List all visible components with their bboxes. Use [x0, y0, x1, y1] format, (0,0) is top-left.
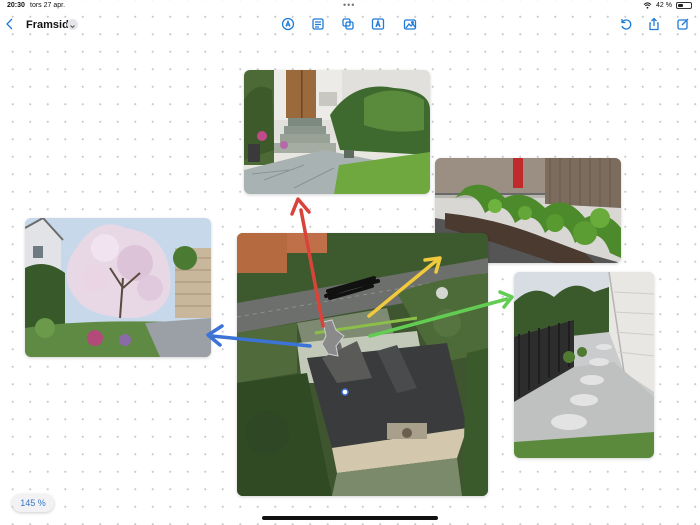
status-time: 20:30: [7, 2, 25, 9]
multitasking-dots-icon[interactable]: •••: [343, 0, 355, 10]
status-date: tors 27 apr.: [30, 2, 66, 9]
zoom-level-label: 145 %: [20, 498, 46, 508]
edit-icon[interactable]: [675, 16, 691, 32]
zoom-level-button[interactable]: 145 %: [12, 494, 54, 512]
wifi-icon: [643, 2, 652, 9]
text-box-icon[interactable]: [310, 16, 326, 32]
shapes-icon[interactable]: [340, 16, 356, 32]
text-icon[interactable]: [370, 16, 386, 32]
chevron-down-icon[interactable]: [67, 19, 78, 30]
home-indicator[interactable]: [262, 516, 438, 520]
undo-icon[interactable]: [618, 16, 634, 32]
magnolia-garden-photo[interactable]: [25, 218, 211, 357]
aerial-property-photo[interactable]: [237, 233, 488, 496]
battery-percent: 42 %: [656, 2, 672, 9]
battery-icon: [676, 2, 692, 9]
status-right: 42 %: [643, 2, 692, 9]
status-bar: 20:30 tors 27 apr. ••• 42 %: [0, 0, 700, 12]
gravel-path-photo[interactable]: [514, 272, 654, 458]
front-door-steps-photo[interactable]: [244, 70, 430, 194]
toolbar: Framsida: [0, 13, 700, 37]
media-icon[interactable]: [402, 16, 418, 32]
chevron-left-icon[interactable]: [2, 16, 18, 32]
pencil-markup-icon[interactable]: [280, 16, 296, 32]
share-icon[interactable]: [646, 16, 662, 32]
